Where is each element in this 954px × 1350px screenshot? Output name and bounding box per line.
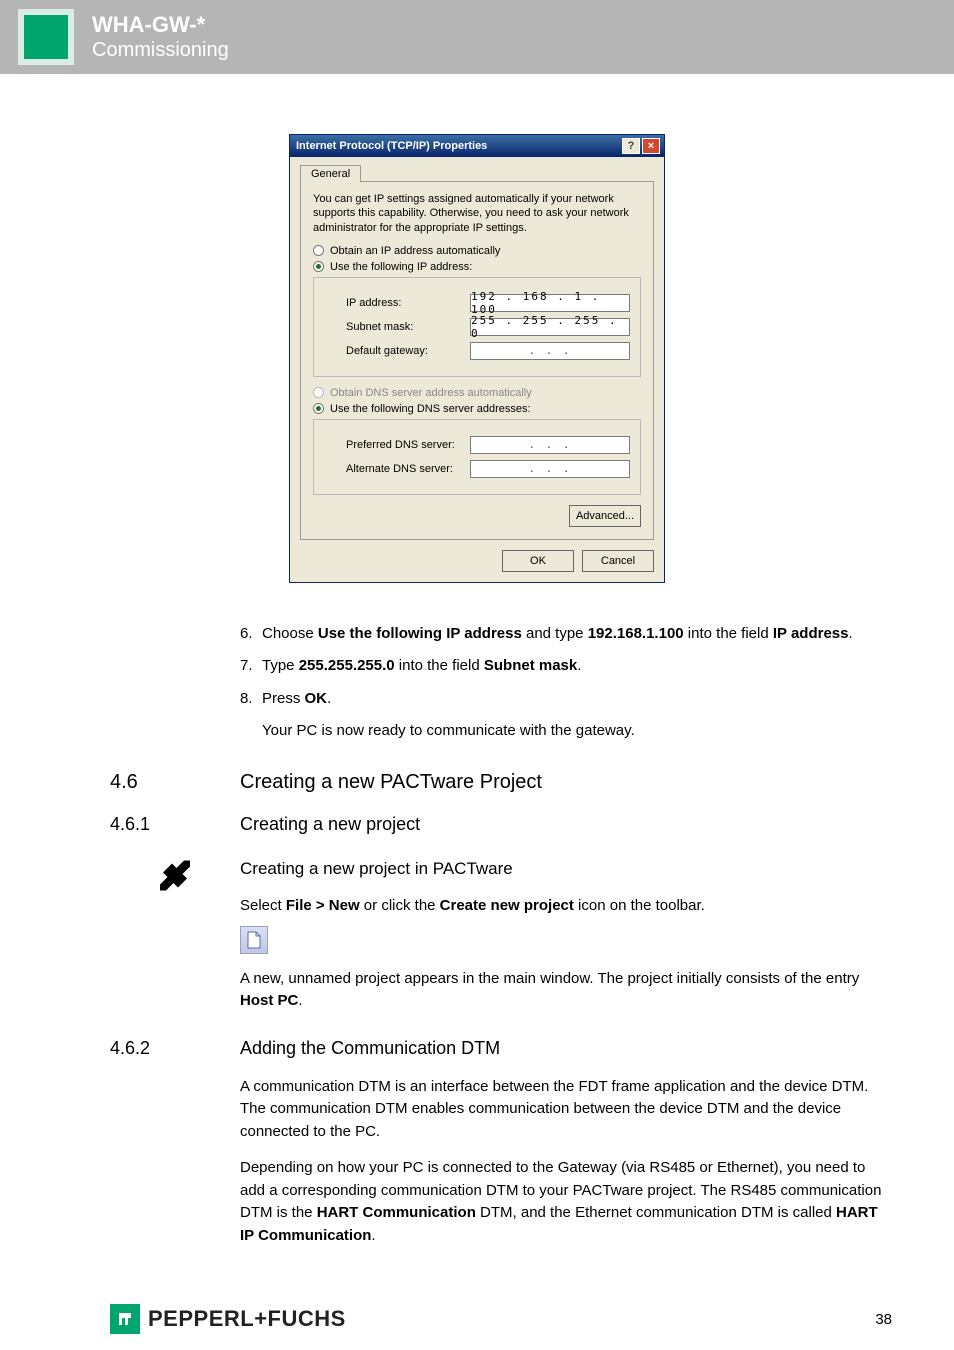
step-6-number: 6. (240, 623, 262, 646)
radio-use-following-ip-label: Use the following IP address: (330, 261, 472, 273)
label-subnet-mask: Subnet mask: (346, 321, 413, 333)
page-number: 38 (875, 1311, 892, 1328)
advanced-button[interactable]: Advanced... (569, 505, 641, 527)
radio-obtain-dns-auto (313, 387, 324, 398)
radio-use-following-ip[interactable] (313, 261, 324, 272)
radio-use-following-dns-label: Use the following DNS server addresses: (330, 403, 531, 415)
ip-group: IP address: 192 . 168 . 1 . 100 Subnet m… (313, 277, 641, 377)
section-4-6-number: 4.6 (110, 767, 240, 797)
brand-name: PEPPERL+FUCHS (148, 1306, 346, 1332)
input-preferred-dns[interactable]: . . . (470, 436, 630, 454)
dns-group: Preferred DNS server: . . . Alternate DN… (313, 419, 641, 495)
new-project-toolbar-icon (240, 926, 268, 954)
tab-general[interactable]: General (300, 165, 361, 182)
input-subnet-mask[interactable]: 255 . 255 . 255 . 0 (470, 318, 630, 336)
cancel-button[interactable]: Cancel (582, 550, 654, 572)
help-icon[interactable]: ? (622, 138, 640, 154)
doc-subtitle: Commissioning (92, 39, 229, 61)
step-8-number: 8. (240, 688, 262, 711)
radio-obtain-dns-auto-label: Obtain DNS server address automatically (330, 387, 532, 399)
procedure-title: Creating a new project in PACTware (240, 856, 884, 882)
section-4-6-2-para2: Depending on how your PC is connected to… (240, 1157, 884, 1247)
ok-button[interactable]: OK (502, 550, 574, 572)
step-8-result: Your PC is now ready to communicate with… (262, 720, 884, 743)
tools-icon (157, 856, 193, 900)
procedure-step: Select File > New or click the Create ne… (240, 895, 884, 918)
section-4-6-1-title: Creating a new project (240, 811, 420, 838)
radio-use-following-dns[interactable] (313, 403, 324, 414)
procedure-result: A new, unnamed project appears in the ma… (240, 968, 884, 1013)
step-8-text: Press OK. (262, 688, 884, 711)
brand-mark-icon (110, 1304, 140, 1334)
tcpip-properties-dialog: Internet Protocol (TCP/IP) Properties ? … (289, 134, 665, 583)
section-4-6-2-title: Adding the Communication DTM (240, 1035, 500, 1062)
step-7-text: Type 255.255.255.0 into the field Subnet… (262, 655, 884, 678)
label-preferred-dns: Preferred DNS server: (346, 439, 455, 451)
step-7-number: 7. (240, 655, 262, 678)
brand-square-icon (18, 9, 74, 65)
input-ip-address[interactable]: 192 . 168 . 1 . 100 (470, 294, 630, 312)
radio-obtain-ip-auto[interactable] (313, 245, 324, 256)
label-default-gateway: Default gateway: (346, 345, 428, 357)
section-4-6-2-number: 4.6.2 (110, 1035, 240, 1062)
doc-title: WHA-GW-* (92, 13, 229, 37)
brand-logo: PEPPERL+FUCHS (110, 1304, 346, 1334)
input-default-gateway[interactable]: . . . (470, 342, 630, 360)
step-6-text: Choose Use the following IP address and … (262, 623, 884, 646)
section-4-6-1-number: 4.6.1 (110, 811, 240, 838)
page-header: WHA-GW-* Commissioning (0, 0, 954, 74)
input-alternate-dns[interactable]: . . . (470, 460, 630, 478)
close-icon[interactable]: × (642, 138, 660, 154)
label-ip-address: IP address: (346, 297, 401, 309)
dialog-description: You can get IP settings assigned automat… (313, 192, 641, 235)
section-4-6-title: Creating a new PACTware Project (240, 767, 542, 797)
radio-obtain-ip-auto-label: Obtain an IP address automatically (330, 245, 500, 257)
section-4-6-2-para1: A communication DTM is an interface betw… (240, 1076, 884, 1144)
dialog-title: Internet Protocol (TCP/IP) Properties (296, 140, 487, 152)
label-alternate-dns: Alternate DNS server: (346, 463, 453, 475)
